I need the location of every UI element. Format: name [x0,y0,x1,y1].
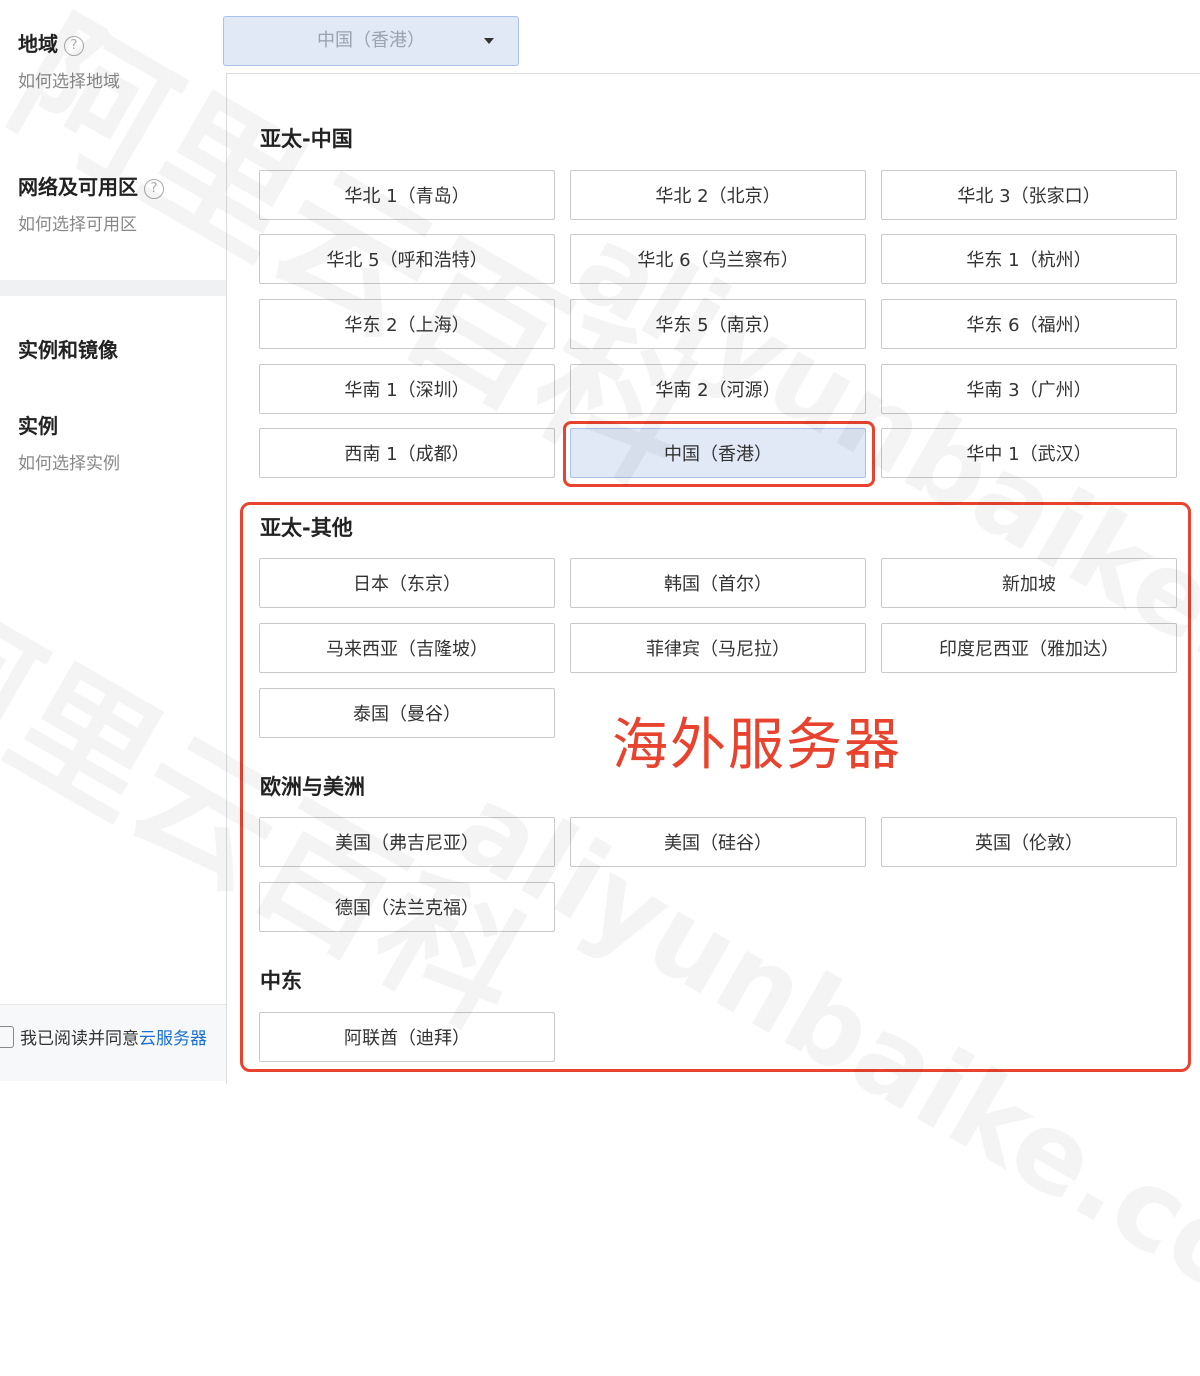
overseas-annotation: 海外服务器 [612,713,902,778]
instance-label: 实例 [18,414,58,438]
zone-help-link[interactable]: 如何选择可用区 [18,210,137,235]
terms-link[interactable]: 云服务器 [139,1024,207,1049]
region-option[interactable]: 华北 1（青岛） [259,170,555,220]
instance-help-link[interactable]: 如何选择实例 [18,449,120,474]
region-option[interactable]: 华东 1（杭州） [881,234,1177,284]
region-label: 地域? [18,28,84,57]
help-icon[interactable]: ? [144,178,164,199]
region-option[interactable]: 华中 1（武汉） [881,428,1177,478]
agree-checkbox[interactable] [0,1025,14,1048]
region-option[interactable]: 华南 1（深圳） [259,364,555,414]
caret-down-icon [484,38,494,44]
region-option[interactable]: 华东 5（南京） [570,299,866,349]
region-option[interactable]: 华北 2（北京） [570,170,866,220]
settings-sidebar: 地域? 如何选择地域 网络及可用区? 如何选择可用区 实例和镜像 实例 如何选择… [0,0,226,1081]
region-select[interactable]: 中国（香港） [223,16,519,66]
help-icon[interactable]: ? [64,35,84,56]
region-option[interactable]: 华北 3（张家口） [881,170,1177,220]
region-option[interactable]: 华南 2（河源） [570,364,866,414]
agreement-row: 我已阅读并同意 云服务器 [0,1024,207,1049]
network-label: 网络及可用区? [18,171,164,200]
region-option[interactable]: 华北 6（乌兰察布） [570,234,866,284]
region-option[interactable]: 华北 5（呼和浩特） [259,234,555,284]
selected-highlight-frame [563,421,875,487]
region-option[interactable]: 华东 6（福州） [881,299,1177,349]
region-select-value: 中国（香港） [317,30,425,51]
region-option[interactable]: 西南 1（成都） [259,428,555,478]
instance-image-section-title: 实例和镜像 [18,338,118,362]
group-title-apac-china: 亚太-中国 [260,127,353,151]
overseas-highlight-frame [240,502,1191,1072]
region-option[interactable]: 华南 3（广州） [881,364,1177,414]
region-help-link[interactable]: 如何选择地域 [18,67,120,92]
section-divider [0,280,226,296]
region-option[interactable]: 华东 2（上海） [259,299,555,349]
